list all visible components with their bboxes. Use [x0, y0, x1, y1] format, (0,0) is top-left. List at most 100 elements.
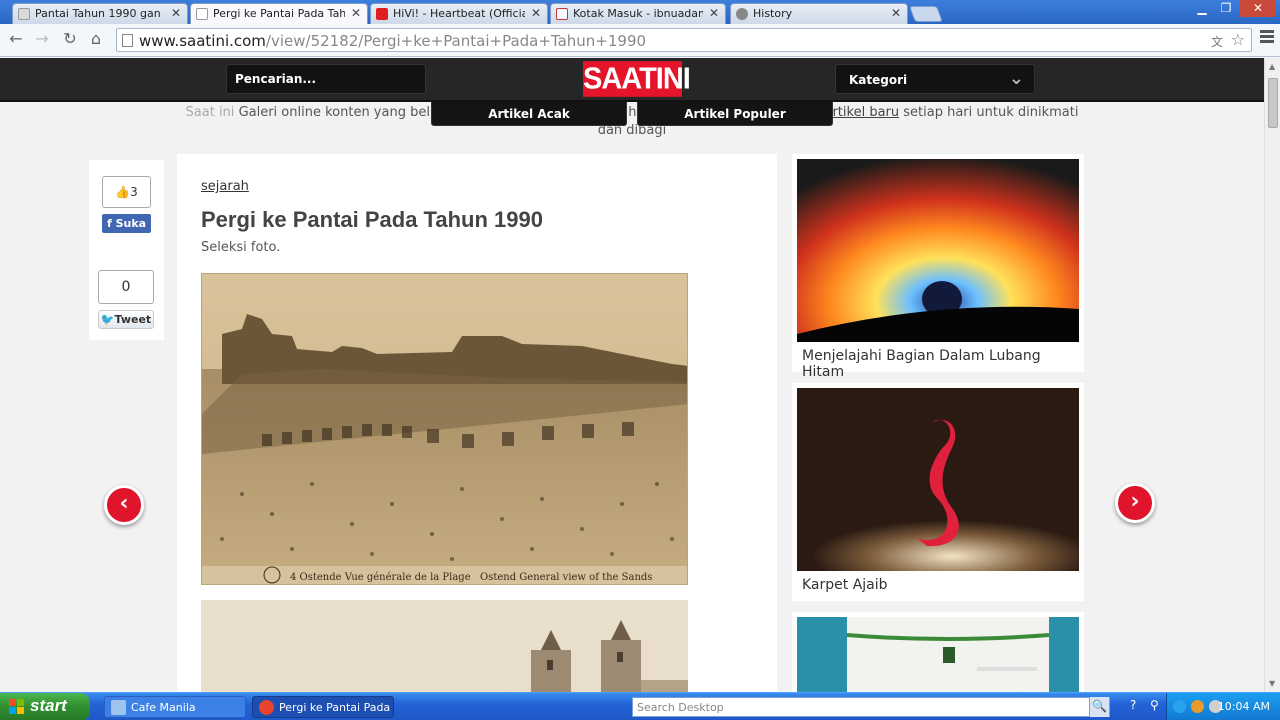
tweet-button[interactable]: 🐦Tweet — [98, 310, 154, 329]
black-hole-image — [797, 159, 1079, 342]
building-postcard-image — [201, 600, 688, 692]
scroll-up-icon[interactable]: ▲ — [1269, 62, 1275, 71]
sidebar-card-title: Karpet Ajaib — [802, 577, 888, 593]
home-icon[interactable]: ⌂ — [86, 29, 106, 49]
beach-postcard-image: 4 Ostende Vue générale de la Plage Osten… — [202, 274, 687, 584]
task-label: Pergi ke Pantai Pada ... — [279, 701, 394, 714]
tagline-text-1: Galeri online konten yang belu — [238, 105, 439, 120]
kategori-dropdown[interactable]: Kategori ⌄ — [835, 64, 1035, 94]
search-input[interactable]: Pencarian... — [226, 64, 426, 94]
chevron-right-icon: › — [1130, 489, 1140, 514]
scrollbar-thumb[interactable] — [1268, 78, 1278, 128]
tab-title: Kotak Masuk - ibnuadam532 — [573, 7, 703, 20]
magic-carpet-image — [797, 388, 1079, 571]
page-icon — [122, 34, 133, 47]
tab-saatini[interactable]: Pergi ke Pantai Pada Tahun 1 ✕ — [190, 3, 368, 25]
clock: 10:04 AM — [1217, 700, 1270, 713]
scroll-down-icon[interactable]: ▼ — [1269, 679, 1275, 688]
desktop-search-input[interactable]: Search Desktop 🔍 — [632, 697, 1110, 717]
bookmark-star-icon[interactable]: ☆ — [1231, 30, 1245, 49]
new-tab-button[interactable] — [909, 6, 943, 22]
vintage-beach-photo: 4 Ostende Vue générale de la Plage Osten… — [201, 273, 688, 585]
tagline-mid: h — [628, 105, 637, 120]
address-bar[interactable]: www.saatini.com/view/52182/Pergi+ke+Pant… — [116, 28, 1252, 52]
menu-icon[interactable] — [1260, 30, 1274, 45]
black-hole-thumbnail — [797, 159, 1079, 342]
translate-icon[interactable]: 文 — [1211, 33, 1223, 50]
start-label: start — [30, 696, 67, 715]
forward-icon[interactable]: → — [32, 29, 52, 49]
tagline-text-2: setiap hari untuk dinikmati — [903, 105, 1079, 120]
close-icon[interactable]: ✕ — [531, 6, 541, 20]
tab-youtube[interactable]: HiVi! - Heartbeat (Official ✕ — [370, 3, 548, 24]
sidebar-card-title: Menjelajahi Bagian Dalam Lubang Hitam — [802, 348, 1041, 380]
page-viewport: Pencarian... SAATINI Kategori ⌄ Saat ini… — [0, 58, 1264, 692]
facebook-like-button[interactable]: f Suka — [102, 214, 151, 233]
url-text: www.saatini.com/view/52182/Pergi+ke+Pant… — [139, 32, 646, 50]
page-scrollbar[interactable]: ▲ ▼ — [1264, 58, 1280, 692]
windows-logo-icon — [9, 699, 24, 714]
url-host: www.saatini.com — [139, 32, 266, 50]
twitter-icon: 🐦 — [100, 313, 115, 326]
like-count-box: 👍3 — [102, 176, 151, 208]
magic-carpet-thumbnail — [797, 388, 1079, 571]
chrome-icon — [259, 700, 274, 715]
nav-popular-articles[interactable]: Artikel Populer — [637, 102, 833, 126]
task-label: Cafe Manila — [131, 701, 196, 714]
close-icon[interactable]: ✕ — [171, 6, 181, 20]
category-link[interactable]: sejarah — [201, 179, 249, 194]
help-icon[interactable]: ? — [1130, 698, 1136, 712]
tweet-count: 0 — [98, 270, 154, 304]
tweet-label: Tweet — [114, 313, 152, 326]
vintage-building-photo — [201, 600, 688, 692]
like-label: Suka — [115, 217, 147, 230]
url-path: /view/52182/Pergi+ke+Pantai+Pada+Tahun+1… — [265, 32, 647, 50]
close-icon[interactable]: ✕ — [351, 6, 361, 20]
tab-history[interactable]: History ✕ — [730, 3, 908, 24]
facebook-icon: f — [106, 217, 116, 230]
restore-icon[interactable]: ❐ — [1212, 0, 1240, 17]
tab-title: Pantai Tahun 1990 gan .. M — [35, 7, 165, 20]
room-image — [797, 617, 1079, 692]
sidebar-card-room[interactable] — [792, 612, 1084, 692]
kaskus-icon — [18, 8, 30, 20]
tab-title: HiVi! - Heartbeat (Official — [393, 7, 525, 20]
close-window-icon[interactable]: ✕ — [1240, 0, 1276, 17]
next-article-button[interactable]: › — [1115, 483, 1155, 523]
tab-title: Pergi ke Pantai Pada Tahun 1 — [213, 7, 345, 20]
tray-security-icon[interactable] — [1191, 700, 1204, 713]
search-icon[interactable]: 🔍 — [1089, 697, 1109, 717]
sidebar-card-black-hole[interactable]: Menjelajahi Bagian Dalam Lubang Hitam — [792, 154, 1084, 380]
previous-article-button[interactable]: ‹ — [104, 485, 144, 525]
tagline-muted: Saat ini — [185, 105, 235, 120]
taskbar-item-browser[interactable]: Pergi ke Pantai Pada ... — [252, 696, 394, 718]
taskbar-item-cafe-manila[interactable]: Cafe Manila — [104, 696, 246, 718]
system-tray: 10:04 AM — [1166, 693, 1280, 720]
chevron-left-icon: ‹ — [119, 491, 129, 516]
tagline-new-articles-link[interactable]: rtikel baru — [832, 105, 899, 120]
thumbs-up-icon: 👍 — [115, 185, 131, 199]
back-icon[interactable]: ← — [6, 29, 26, 49]
sidebar-card-magic-carpet[interactable]: Karpet Ajaib — [792, 383, 1084, 601]
nav-random-articles[interactable]: Artikel Acak — [431, 102, 627, 126]
room-thumbnail — [797, 617, 1079, 692]
network-icon[interactable]: ⚲ — [1150, 698, 1159, 712]
share-panel: 👍3 f Suka 0 🐦Tweet — [89, 160, 164, 340]
reload-icon[interactable]: ↻ — [60, 29, 80, 49]
article-card: sejarah Pergi ke Pantai Pada Tahun 1990 … — [177, 154, 777, 692]
close-icon[interactable]: ✕ — [891, 6, 901, 20]
tray-app-icon[interactable] — [1173, 700, 1186, 713]
start-button[interactable]: start — [0, 693, 90, 720]
site-header: Pencarian... SAATINI Kategori ⌄ — [0, 58, 1264, 102]
desktop-search-placeholder: Search Desktop — [637, 701, 724, 714]
tab-gmail[interactable]: Kotak Masuk - ibnuadam532 ✕ — [550, 3, 726, 24]
like-count: 3 — [130, 185, 138, 199]
close-icon[interactable]: ✕ — [709, 6, 719, 20]
browser-tab-strip: Pantai Tahun 1990 gan .. M ✕ Pergi ke Pa… — [0, 0, 1280, 25]
clock-icon — [736, 8, 748, 20]
youtube-icon — [376, 8, 388, 20]
site-logo[interactable]: SAATINI — [583, 61, 691, 97]
browser-toolbar: ← → ↻ ⌂ www.saatini.com/view/52182/Pergi… — [0, 24, 1280, 57]
tab-kaskus[interactable]: Pantai Tahun 1990 gan .. M ✕ — [12, 3, 188, 24]
gmail-icon — [556, 8, 568, 20]
